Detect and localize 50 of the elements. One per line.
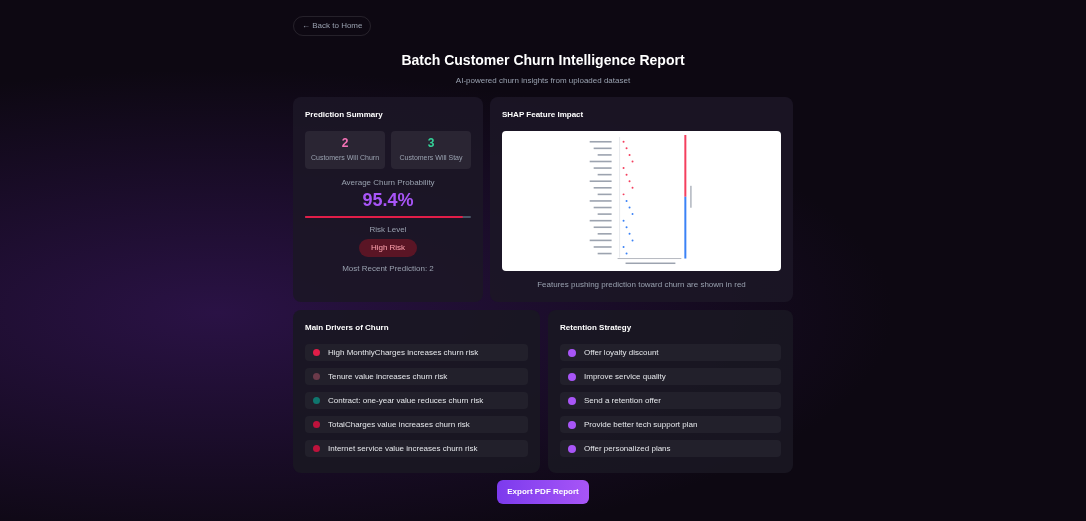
probability-label: Average Churn Probability xyxy=(340,177,436,189)
data-point xyxy=(625,252,628,255)
axis-label-mark xyxy=(625,262,676,264)
data-point xyxy=(622,140,625,143)
driver-text: TotalCharges value increases churn risk xyxy=(328,418,470,431)
data-point xyxy=(622,219,625,222)
strategy-icon xyxy=(568,348,576,357)
stat-value: 2 xyxy=(341,136,349,149)
data-point xyxy=(628,206,631,209)
data-point xyxy=(628,232,631,235)
strategy-icon xyxy=(568,444,576,453)
export-button[interactable]: Export PDF Report xyxy=(497,480,589,504)
risk-label: Risk Level xyxy=(368,223,408,236)
data-point xyxy=(631,160,634,163)
card-heading: Main Drivers of Churn xyxy=(305,322,390,334)
data-point xyxy=(631,186,634,189)
prediction-note: Most Recent Prediction: 2 xyxy=(341,262,435,275)
data-point xyxy=(625,147,628,150)
strategy-text: Improve service quality xyxy=(584,370,666,383)
data-point xyxy=(622,167,625,170)
data-point xyxy=(631,213,634,216)
data-point xyxy=(631,239,634,242)
strategy-icon xyxy=(568,420,576,429)
strategy-text: Offer personalized plans xyxy=(584,442,671,455)
card-heading: Prediction Summary xyxy=(305,109,384,121)
strategy-text: Provide better tech support plan xyxy=(584,418,698,431)
card-heading: Retention Strategy xyxy=(560,322,633,334)
driver-text: Internet service value increases churn risk xyxy=(328,442,478,455)
color-scale-label-mark xyxy=(690,185,692,208)
probability-value: 95.4% xyxy=(361,189,415,212)
data-point xyxy=(628,153,631,156)
strategy-text: Offer loyalty discount xyxy=(584,346,659,359)
report-subtitle: AI-powered churn insights from uploaded dataset xyxy=(455,75,631,87)
card-heading: SHAP Feature Impact xyxy=(502,109,585,121)
driver-text: Contract: one-year value reduces churn risk xyxy=(328,394,484,407)
report-title: Batch Customer Churn Intelligence Report xyxy=(401,51,685,70)
chart-caption: Features pushing prediction toward churn are shown in red xyxy=(536,278,747,291)
data-point xyxy=(625,173,628,176)
stat-value: 3 xyxy=(427,136,435,149)
strategy-text: Send a retention offer xyxy=(584,394,661,407)
driver-text: High MonthlyCharges increases churn risk xyxy=(328,346,479,359)
strategy-icon xyxy=(568,372,576,381)
data-point xyxy=(625,226,628,229)
data-point xyxy=(628,180,631,183)
x-axis xyxy=(617,258,682,259)
data-point xyxy=(625,199,628,202)
data-point xyxy=(622,193,625,196)
strategy-icon xyxy=(568,396,576,405)
risk-badge: High Risk xyxy=(358,238,418,257)
driver-text: Tenure value increases churn risk xyxy=(328,370,448,383)
